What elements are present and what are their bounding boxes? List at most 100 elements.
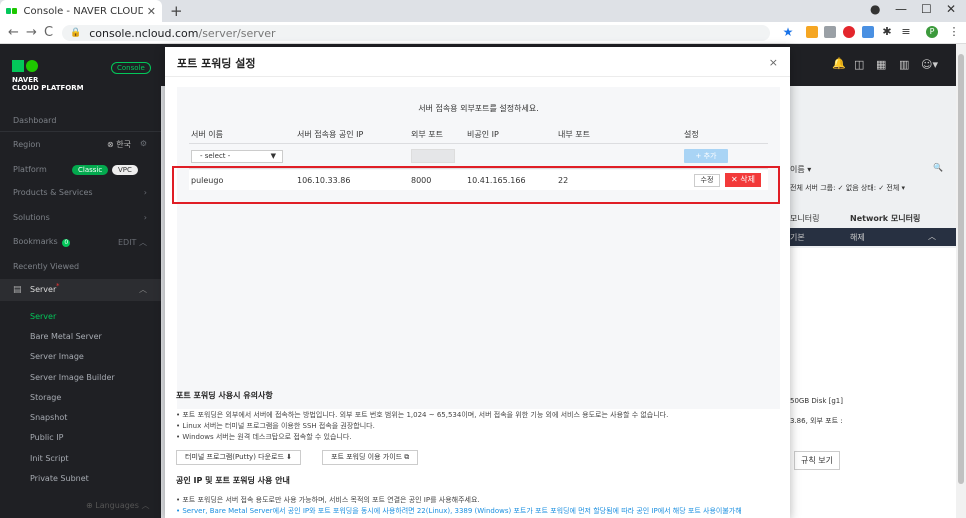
reading-list-icon[interactable]: ≡ [900,26,912,38]
sidebar-sub-snapshot[interactable]: Snapshot [30,413,67,422]
forward-button[interactable]: → [26,25,37,40]
bg-disk-text: 50GB Disk [g1] [790,397,843,405]
back-button[interactable]: ← [8,25,19,40]
caret-down-icon: ▼ [270,152,276,160]
bg-monitoring-tab[interactable]: 모니터링 [790,213,819,224]
column-header-server-name: 서버 이름 [191,130,223,139]
window-close-button[interactable]: ✕ [946,2,956,16]
tab-close-icon[interactable]: ✕ [147,5,156,18]
user-account-icon[interactable]: ☺▾ [921,58,938,71]
extension-icon[interactable] [806,26,818,38]
chevron-right-icon: › [143,213,147,222]
console-badge[interactable]: Console [111,62,151,74]
server-group-label: Server [30,285,57,294]
menu-icon[interactable]: ⋮ [948,26,960,38]
notice-item: • Windows 서버는 원격 데스크탑으로 접속할 수 있습니다. [176,433,352,441]
chevron-up-icon: ︿ [139,285,147,294]
putty-download-button[interactable]: 터미널 프로그램(Putty) 다운로드 ⬇ [176,450,302,465]
header-divider [189,143,768,144]
profile-avatar[interactable]: P [926,26,938,38]
column-header-external-port: 외부 포트 [411,130,443,139]
sidebar-sub-private-subnet[interactable]: Private Subnet [30,474,89,483]
platform-vpc-toggle[interactable]: VPC [112,165,138,175]
reload-button[interactable]: C [44,25,53,40]
bookmark-count-badge: 0 [62,239,71,247]
extension-icon[interactable] [824,26,836,38]
opera-extension-icon[interactable] [843,26,855,38]
external-port-input[interactable] [411,149,455,163]
bg-detail-panel [780,248,956,518]
chevron-right-icon: › [143,188,147,197]
gear-icon[interactable]: ⚙ [140,139,147,148]
sidebar-sub-public-ip[interactable]: Public IP [30,433,63,442]
bookmarks-edit[interactable]: EDIT ︿ [118,237,147,248]
sidebar-item-products[interactable]: Products & Services [13,188,93,197]
sidebar-sub-image-builder[interactable]: Server Image Builder [30,373,115,382]
divider [0,131,161,132]
languages-menu[interactable]: ⊕ Languages ︿ [86,500,149,511]
add-button[interactable]: + 추가 [684,149,728,163]
server-list-icon: ▤ [13,285,22,295]
server-select[interactable]: - select - ▼ [191,150,283,163]
bookmark-star-icon[interactable]: ★ [782,26,794,38]
sidebar-sub-server[interactable]: Server [30,312,56,321]
browser-tab[interactable]: Console - NAVER CLOUD PLATF ✕ [0,0,162,22]
column-header-internal-port: 내부 포트 [558,130,590,139]
notification-bell-icon[interactable]: 🔔 [832,57,846,70]
port-forwarding-modal: 포트 포워딩 설정 × 서버 접속용 외부포트를 설정하세요. 서버 이름 서버… [165,47,790,518]
rule-view-button[interactable]: 규칙 보기 [794,451,840,470]
browser-tab-bar: Console - NAVER CLOUD PLATF ✕ + ● — ☐ ✕ [0,0,966,22]
notice-item-2[interactable]: • Server, Bare Metal Server에서 공인 IP와 포트 … [176,506,742,516]
sidebar-item-recently-viewed[interactable]: Recently Viewed [13,262,79,271]
puzzle-icon[interactable]: ✱ [881,26,893,38]
notice-item: • Linux 서버는 터미널 프로그램을 이용한 SSH 접속을 권장합니다. [176,422,375,430]
column-header-settings: 설정 [684,130,699,139]
profile-dot-icon[interactable]: ● [870,2,880,16]
sidebar-item-bookmarks[interactable]: Bookmarks 0 [13,237,71,247]
modal-title: 포트 포워딩 설정 [177,57,256,70]
url-field[interactable]: 🔒 console.ncloud.com/server/server [62,25,770,41]
column-header-private-ip: 비공인 IP [467,130,499,139]
sidebar-item-region[interactable]: Region [13,140,40,149]
bg-ip-text: 3.86, 외부 포트 : [790,417,843,425]
new-dot-icon: * [56,282,60,290]
sidebar-sub-bare-metal[interactable]: Bare Metal Server [30,332,102,341]
bg-dark-row-right: 해제 [850,233,865,242]
sidebar-item-solutions[interactable]: Solutions [13,213,50,222]
modal-header: 포트 포워딩 설정 × [165,47,790,77]
naver-cloud-logo-icon [12,60,40,72]
chat-icon[interactable]: ◫ [854,58,864,71]
modal-close-button[interactable]: × [769,56,778,69]
chevron-up-icon[interactable]: ︿ [928,231,936,242]
notice-title: 포트 포워딩 사용시 유의사항 [176,391,273,400]
lock-icon: 🔒 [70,28,82,38]
platform-classic-toggle[interactable]: Classic [72,165,109,175]
sidebar: NAVER CLOUD PLATFORM Console Dashboard Re… [0,44,161,518]
port-forwarding-table-area: 서버 접속용 외부포트를 설정하세요. 서버 이름 서버 접속용 공인 IP 외… [177,87,780,409]
search-icon[interactable]: 🔍 [933,163,943,172]
tab-title: Console - NAVER CLOUD PLATF [23,5,143,17]
sidebar-item-dashboard[interactable]: Dashboard [13,116,56,125]
bg-column-name: 이름 ▾ [790,165,812,174]
book-icon[interactable]: ▥ [899,58,909,71]
notice-item: • 포트 포워딩은 외부에서 서버에 접속하는 방법입니다. 외부 포트 번호 … [176,411,669,419]
bg-network-monitoring-tab[interactable]: Network 모니터링 [850,213,920,224]
new-tab-button[interactable]: + [170,2,183,20]
port-forwarding-guide-button[interactable]: 포트 포워딩 이용 가이드 ⧉ [322,450,419,465]
notice-title-2: 공인 IP 및 포트 포워딩 사용 안내 [176,476,290,485]
sidebar-sub-server-image[interactable]: Server Image [30,352,84,361]
instruction-text: 서버 접속용 외부포트를 설정하세요. [418,104,539,113]
calendar-icon[interactable]: ▦ [876,58,886,71]
scrollbar-thumb[interactable] [958,54,964,484]
naver-favicon-icon [6,7,18,15]
sidebar-sub-storage[interactable]: Storage [30,393,61,402]
sidebar-item-server-group[interactable]: ▤ Server * ︿ [0,279,161,301]
sidebar-sub-init-script[interactable]: Init Script [30,454,69,463]
maximize-button[interactable]: ☐ [921,2,932,16]
bg-dark-row-left: 기본 [790,233,805,242]
minimize-button[interactable]: — [895,2,907,16]
sidebar-item-platform: Platform [13,165,47,174]
extension-icon[interactable] [862,26,874,38]
page-scrollbar[interactable] [956,44,966,518]
region-value[interactable]: ⊗ 한국 [107,139,131,150]
